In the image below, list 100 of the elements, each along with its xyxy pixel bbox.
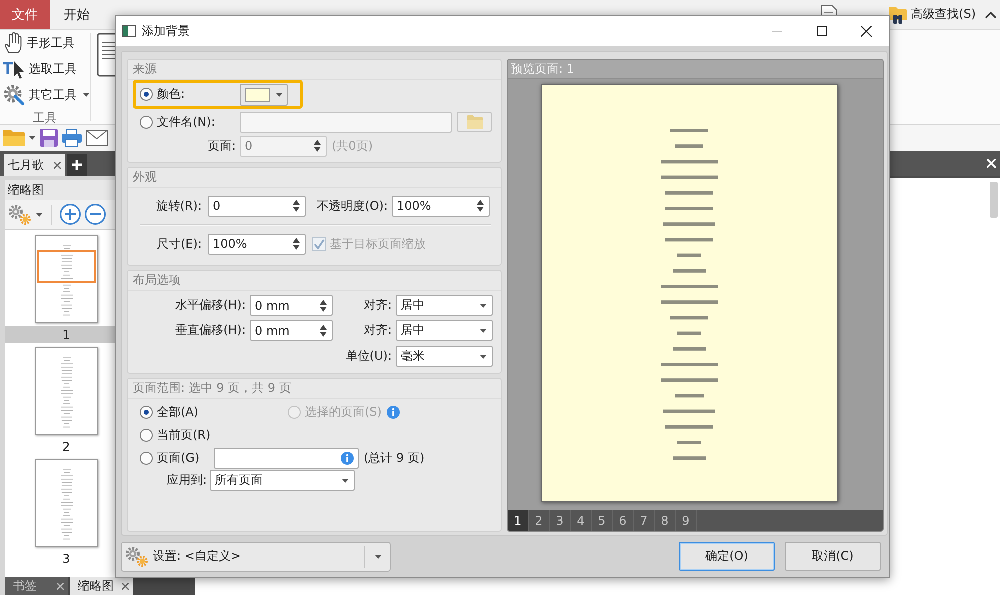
info-icon — [386, 406, 400, 419]
page-text-drawing — [60, 469, 72, 540]
close-icon[interactable] — [122, 582, 129, 590]
plus-icon — [72, 160, 82, 170]
ok-button[interactable]: 确定(O) — [679, 542, 775, 571]
page-tab[interactable]: 9 — [676, 510, 697, 531]
spin-arrows-icon — [293, 200, 300, 212]
unit-dropdown[interactable]: 毫米 — [396, 346, 493, 367]
radio-button[interactable] — [140, 429, 153, 442]
alignment-dropdown[interactable]: 居中 — [396, 320, 493, 341]
caret-icon — [342, 478, 349, 482]
group-label: 工具 — [32, 110, 58, 127]
field-label: 对齐: — [362, 297, 392, 314]
field-label: 单位(U): — [344, 348, 392, 365]
size-field[interactable]: 100% — [208, 234, 306, 254]
page-tab[interactable]: 4 — [571, 510, 592, 531]
viewport-frame[interactable] — [37, 250, 96, 283]
spin-arrows-icon — [320, 300, 327, 312]
field-label: 尺寸(E): — [156, 236, 202, 252]
settings-dropdown[interactable]: 设置: <自定义> — [121, 542, 391, 572]
page-thumbnail[interactable] — [35, 235, 98, 323]
horizontal-offset-field[interactable]: 0 mm — [250, 295, 333, 316]
radio-label[interactable]: 颜色: — [157, 86, 236, 103]
spin-arrows-icon — [293, 238, 300, 250]
page-tab[interactable]: 5 — [592, 510, 613, 531]
spin-arrows-icon — [477, 200, 484, 212]
preview-title: 预览页面: 1 — [511, 60, 574, 78]
minimize-icon — [772, 30, 782, 32]
envelope-icon[interactable] — [86, 130, 108, 146]
checkmark-icon — [314, 238, 324, 250]
select-tool-button[interactable]: 选取工具 — [0, 56, 90, 82]
chevron-up-icon[interactable] — [985, 10, 997, 18]
page-tab[interactable]: 3 — [550, 510, 571, 531]
hand-tool-button[interactable]: 手形工具 — [0, 30, 90, 56]
page-tab[interactable]: 1 — [508, 510, 529, 531]
spin-arrows-icon — [314, 140, 321, 152]
field-label: 不透明度(O): — [316, 198, 388, 214]
zoom-out-icon[interactable] — [85, 204, 106, 225]
ribbon-tab[interactable]: 开始 — [50, 0, 104, 29]
save-icon[interactable] — [40, 129, 58, 147]
page-tab[interactable]: 8 — [655, 510, 676, 531]
printer-icon[interactable] — [62, 129, 82, 147]
file-tab[interactable]: 文件 — [0, 0, 50, 29]
field-label: 水平偏移(H): — [174, 297, 246, 314]
new-tab-button[interactable] — [67, 154, 87, 176]
folder-binoculars-icon — [889, 6, 908, 24]
caret-icon — [276, 92, 283, 96]
dialog-title: 添加背景 — [142, 22, 190, 40]
group-heading: 来源 — [133, 61, 157, 78]
file-name-field[interactable] — [240, 112, 452, 132]
gears-icon — [8, 204, 32, 226]
cancel-button[interactable]: 取消(C) — [785, 542, 881, 571]
group-heading: 页面范围: 选中 9 页，共 9 页 — [133, 380, 292, 397]
field-label: 应用到: — [166, 472, 207, 489]
page-text-drawing — [60, 357, 72, 428]
folder-icon — [466, 115, 482, 129]
page-range-field[interactable] — [214, 448, 359, 468]
close-icon[interactable] — [57, 582, 64, 590]
radio-label[interactable]: 文件名(N): — [157, 114, 236, 130]
vertical-offset-field[interactable]: 0 mm — [250, 320, 333, 341]
field-label: 旋转(R): — [155, 198, 202, 214]
document-tab[interactable]: 七月歌 — [4, 154, 65, 176]
page-thumbnail[interactable] — [35, 347, 98, 435]
opacity-field[interactable]: 100% — [392, 196, 490, 216]
radio-label[interactable]: 页面(G) — [157, 450, 210, 466]
radio-label[interactable]: 当前页(R) — [157, 427, 211, 444]
caret-icon — [29, 136, 36, 140]
caret-icon — [36, 212, 43, 216]
apply-to-dropdown[interactable]: 所有页面 — [210, 470, 355, 491]
page-text-drawing — [60, 245, 72, 316]
radio-button[interactable] — [140, 116, 153, 128]
spin-arrows-icon — [320, 324, 327, 336]
radio-button[interactable] — [140, 88, 153, 101]
field-label: 页面: — [206, 138, 236, 154]
radio-button[interactable] — [140, 406, 153, 419]
close-icon — [861, 26, 872, 36]
radio-button[interactable] — [140, 452, 153, 464]
scrollbar-thumb[interactable] — [990, 182, 998, 218]
gears-icon — [125, 546, 149, 568]
group-heading: 布局选项 — [133, 272, 181, 289]
close-icon[interactable] — [54, 162, 61, 168]
caret-icon — [480, 328, 487, 332]
color-dropdown[interactable] — [240, 84, 288, 106]
info-icon — [341, 452, 354, 464]
rotation-field[interactable]: 0 — [208, 196, 306, 216]
other-tools-button[interactable]: 其它工具 — [0, 82, 90, 108]
window-icon — [122, 25, 136, 37]
page-tab[interactable]: 2 — [529, 510, 550, 531]
bookmarks-tab[interactable]: 书签 — [5, 577, 68, 595]
page-tab[interactable]: 7 — [634, 510, 655, 531]
gear-wrench-icon — [3, 84, 25, 106]
advanced-find-button[interactable]: 高级查找(S) — [889, 0, 976, 29]
zoom-in-icon[interactable] — [60, 204, 81, 225]
page-thumbnail[interactable] — [35, 459, 98, 547]
panel-title: 缩略图 — [8, 182, 44, 198]
radio-label[interactable]: 全部(A) — [157, 404, 199, 421]
caret-icon — [480, 354, 487, 358]
thumbnails-tab[interactable]: 缩略图 — [70, 577, 133, 595]
alignment-dropdown[interactable]: 居中 — [396, 295, 493, 316]
page-tab[interactable]: 6 — [613, 510, 634, 531]
